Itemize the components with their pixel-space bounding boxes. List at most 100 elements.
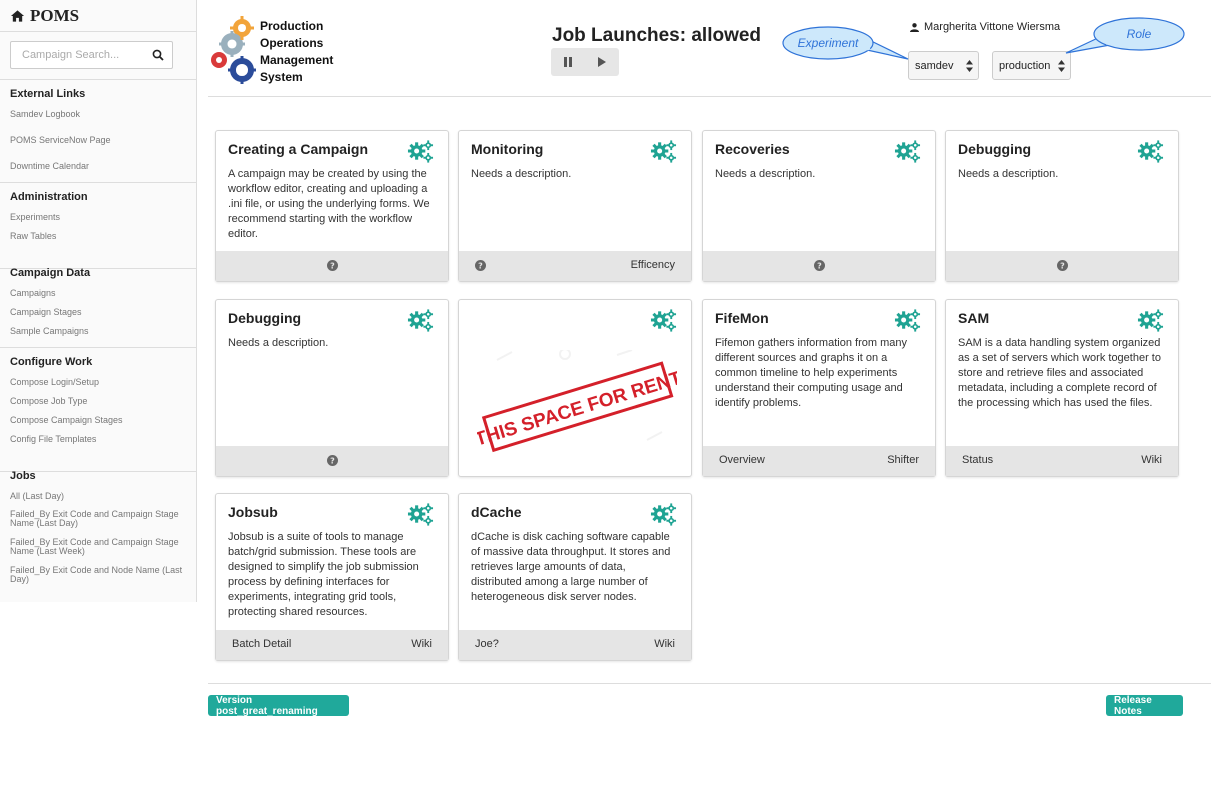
- footer-link-batch-detail[interactable]: Batch Detail: [232, 638, 291, 650]
- gears-icon[interactable]: [894, 139, 921, 164]
- card-footer: Batch Detail Wiki: [216, 630, 448, 660]
- card-title: Debugging: [958, 141, 1032, 157]
- link-servicenow[interactable]: POMS ServiceNow Page: [10, 135, 186, 146]
- sidebar-section-configure-work: Configure Work Compose Login/Setup Compo…: [0, 348, 196, 472]
- card-title: Recoveries: [715, 141, 790, 157]
- link-jobs-all-last-day[interactable]: All (Last Day): [10, 491, 186, 502]
- link-failed-node-last-day[interactable]: Failed_By Exit Code and Node Name (Last …: [10, 566, 186, 584]
- experiment-select[interactable]: samdev: [908, 51, 979, 80]
- card-footer: Overview Shifter: [703, 446, 935, 476]
- card-description: Needs a description.: [715, 168, 816, 180]
- link-sample-campaigns[interactable]: Sample Campaigns: [10, 326, 186, 337]
- gears-icon[interactable]: [407, 502, 434, 527]
- link-downtime-calendar[interactable]: Downtime Calendar: [10, 161, 186, 172]
- version-badge[interactable]: Version post_great_renaming: [208, 695, 349, 717]
- footer-link-shifter[interactable]: Shifter: [887, 454, 919, 466]
- gears-icon[interactable]: [1137, 139, 1164, 164]
- section-title: Campaign Data: [10, 267, 91, 279]
- link-config-file-templates[interactable]: Config File Templates: [10, 434, 186, 445]
- card-title: Jobsub: [228, 504, 278, 520]
- card-title: SAM: [958, 310, 990, 326]
- pause-button[interactable]: [551, 48, 585, 76]
- card-description: Needs a description.: [958, 168, 1059, 180]
- card-footer: [703, 251, 935, 281]
- link-campaign-stages[interactable]: Campaign Stages: [10, 307, 186, 318]
- link-compose-login-setup[interactable]: Compose Login/Setup: [10, 377, 186, 388]
- link-raw-tables[interactable]: Raw Tables: [10, 231, 186, 242]
- campaign-search: [10, 41, 173, 69]
- card-description: A campaign may be created by using the w…: [228, 168, 430, 240]
- card-footer: Joe? Wiki: [459, 630, 691, 660]
- sidebar-section-campaign-data: Campaign Data Campaigns Campaign Stages …: [0, 259, 196, 348]
- gears-icon[interactable]: [650, 308, 677, 333]
- card-monitoring: Monitoring Needs a description. Efficenc…: [458, 130, 692, 282]
- release-notes-button[interactable]: Release Notes: [1106, 695, 1183, 717]
- space-for-rent-stamp: THIS SPACE FOR RENT: [477, 350, 677, 453]
- user-info[interactable]: Margherita Vittone Wiersma: [910, 21, 1060, 33]
- search-icon[interactable]: [152, 49, 164, 61]
- footer-link-wiki[interactable]: Wiki: [411, 638, 432, 650]
- card-description: Needs a description.: [228, 337, 329, 349]
- card-footer: [946, 251, 1178, 281]
- card-title: Monitoring: [471, 141, 544, 157]
- gears-icon[interactable]: [650, 502, 677, 527]
- footer-link-status[interactable]: Status: [962, 454, 993, 466]
- question-circle-icon[interactable]: [814, 260, 825, 271]
- footer-link-overview[interactable]: Overview: [719, 454, 765, 466]
- sidebar-section-jobs: Jobs All (Last Day) Failed_By Exit Code …: [0, 462, 196, 597]
- gears-icon[interactable]: [407, 308, 434, 333]
- card-footer: Status Wiki: [946, 446, 1178, 476]
- logo-text: Production Operations Management System: [260, 19, 334, 84]
- card-footer: [216, 251, 448, 281]
- link-failed-stage-last-week[interactable]: Failed_By Exit Code and Campaign Stage N…: [10, 538, 186, 556]
- role-callout-text: Role: [1127, 27, 1152, 41]
- sidebar-section-external-links: External Links Samdev Logbook POMS Servi…: [0, 80, 196, 183]
- gears-icon[interactable]: [407, 139, 434, 164]
- experiment-callout: Experiment: [782, 26, 909, 60]
- footer-link-wiki[interactable]: Wiki: [1141, 454, 1162, 466]
- section-title: External Links: [10, 88, 86, 100]
- card-title: FifeMon: [715, 310, 769, 326]
- card-description: Needs a description.: [471, 168, 572, 180]
- footer-link-efficency[interactable]: Efficency: [631, 259, 675, 271]
- card-description: Fifemon gathers information from many di…: [715, 337, 907, 409]
- card-dcache: dCache dCache is disk caching software c…: [458, 493, 692, 661]
- card-footer: Efficency: [459, 251, 691, 281]
- section-title: Administration: [10, 191, 88, 203]
- gears-icon[interactable]: [1137, 308, 1164, 333]
- experiment-value: samdev: [915, 59, 954, 72]
- campaign-search-input[interactable]: [11, 42, 146, 68]
- link-compose-job-type[interactable]: Compose Job Type: [10, 396, 186, 407]
- pause-icon: [564, 57, 572, 67]
- link-samdev-logbook[interactable]: Samdev Logbook: [10, 109, 186, 120]
- role-value: production: [999, 59, 1051, 72]
- experiment-callout-text: Experiment: [798, 36, 859, 50]
- brand[interactable]: POMS: [0, 0, 196, 32]
- sort-arrows-icon: [966, 60, 973, 72]
- question-circle-icon[interactable]: [327, 455, 338, 466]
- footer-link-joe[interactable]: Joe?: [475, 638, 499, 650]
- card-description: SAM is a data handling system organized …: [958, 337, 1161, 409]
- user-name: Margherita Vittone Wiersma: [924, 21, 1061, 33]
- card-debugging: Debugging Needs a description.: [945, 130, 1179, 282]
- card-creating-campaign: Creating a Campaign A campaign may be cr…: [215, 130, 449, 282]
- card-space-for-rent: THIS SPACE FOR RENT: [458, 299, 692, 477]
- link-failed-stage-last-day[interactable]: Failed_By Exit Code and Campaign Stage N…: [10, 510, 186, 528]
- card-footer: [216, 446, 448, 476]
- question-circle-icon[interactable]: [327, 260, 338, 271]
- section-title: Configure Work: [10, 356, 93, 368]
- sidebar: POMS External Links Samdev Logbook POMS …: [0, 0, 197, 602]
- gears-icon[interactable]: [650, 139, 677, 164]
- play-button[interactable]: [585, 48, 619, 76]
- card-debugging-2: Debugging Needs a description.: [215, 299, 449, 477]
- question-circle-icon[interactable]: [1057, 260, 1068, 271]
- link-compose-campaign-stages[interactable]: Compose Campaign Stages: [10, 415, 186, 426]
- section-title: Jobs: [10, 470, 36, 482]
- card-description: dCache is disk caching software capable …: [471, 531, 671, 603]
- link-campaigns[interactable]: Campaigns: [10, 288, 186, 299]
- footer-link-wiki[interactable]: Wiki: [654, 638, 675, 650]
- gears-icon[interactable]: [894, 308, 921, 333]
- link-experiments[interactable]: Experiments: [10, 212, 186, 223]
- question-circle-icon[interactable]: [475, 260, 486, 271]
- brand-name: POMS: [30, 5, 80, 25]
